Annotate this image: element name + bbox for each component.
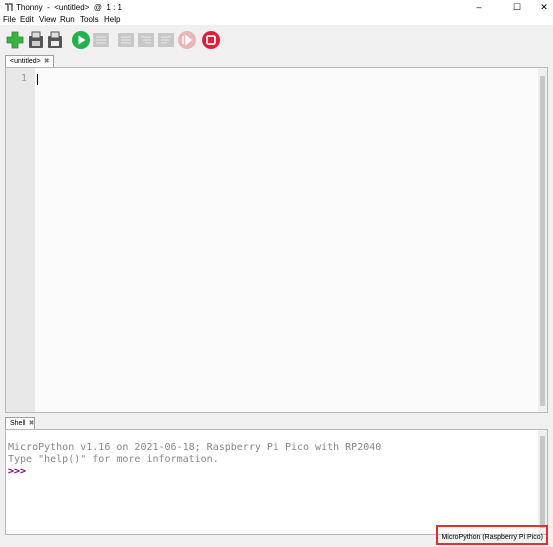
shell-line: Type "help()" for more information. xyxy=(8,454,219,465)
close-shell-tab-icon[interactable]: ✖ xyxy=(29,420,35,427)
step-into-icon xyxy=(138,33,154,47)
maximize-button[interactable]: ☐ xyxy=(503,0,531,15)
menu-bar: File Edit View Run Tools Help xyxy=(0,15,553,25)
interpreter-selector[interactable]: MicroPython (Raspberry Pi Pico) xyxy=(436,525,548,545)
tab-label: <untitled> xyxy=(10,58,41,65)
step-out-icon xyxy=(158,33,174,47)
shell-scrollbar-thumb[interactable] xyxy=(540,436,545,528)
step-over-icon xyxy=(118,33,134,47)
resume-icon xyxy=(178,31,196,49)
text-cursor xyxy=(37,74,38,85)
interpreter-label: MicroPython (Raspberry Pi Pico) xyxy=(441,534,543,541)
window-title: Thonny - <untitled> @ 1 : 1 xyxy=(16,3,122,12)
debug-icon xyxy=(93,33,109,47)
menu-tools[interactable]: Tools xyxy=(80,15,99,25)
line-number-gutter: 1 xyxy=(6,68,35,412)
tab-untitled[interactable]: <untitled> ✖ xyxy=(5,55,54,67)
menu-run[interactable]: Run xyxy=(60,15,75,25)
stop-icon[interactable] xyxy=(201,30,221,50)
shell-panel[interactable]: MicroPython v1.16 on 2021-06-18; Raspber… xyxy=(5,429,548,535)
shell-scrollbar[interactable] xyxy=(538,430,547,534)
save-file-icon[interactable] xyxy=(45,30,65,50)
menu-edit[interactable]: Edit xyxy=(20,15,34,25)
shell-prompt: >>> xyxy=(8,466,27,477)
close-button[interactable]: ✕ xyxy=(530,0,553,15)
shell-tab-label: Shell xyxy=(10,420,26,427)
editor-scrollbar[interactable] xyxy=(538,68,547,412)
minimize-button[interactable]: – xyxy=(465,0,493,15)
menu-help[interactable]: Help xyxy=(104,15,120,25)
code-editor[interactable]: 1 xyxy=(5,67,548,413)
editor-scrollbar-thumb[interactable] xyxy=(540,76,545,406)
line-number: 1 xyxy=(21,73,28,84)
menu-file[interactable]: File xyxy=(3,15,16,25)
shell-line: MicroPython v1.16 on 2021-06-18; Raspber… xyxy=(8,442,382,453)
tab-shell[interactable]: Shell ✖ xyxy=(5,417,35,429)
shell-output: MicroPython v1.16 on 2021-06-18; Raspber… xyxy=(8,442,381,478)
title-bar: Thonny - <untitled> @ 1 : 1 – ☐ ✕ xyxy=(0,0,553,15)
open-file-icon[interactable] xyxy=(26,30,46,50)
run-icon[interactable] xyxy=(71,30,91,50)
menu-view[interactable]: View xyxy=(39,15,56,25)
editor-text-area[interactable] xyxy=(35,68,537,412)
close-tab-icon[interactable]: ✖ xyxy=(44,58,50,65)
thonny-logo-icon xyxy=(4,3,13,12)
toolbar xyxy=(0,25,553,53)
new-file-icon[interactable] xyxy=(5,30,25,50)
